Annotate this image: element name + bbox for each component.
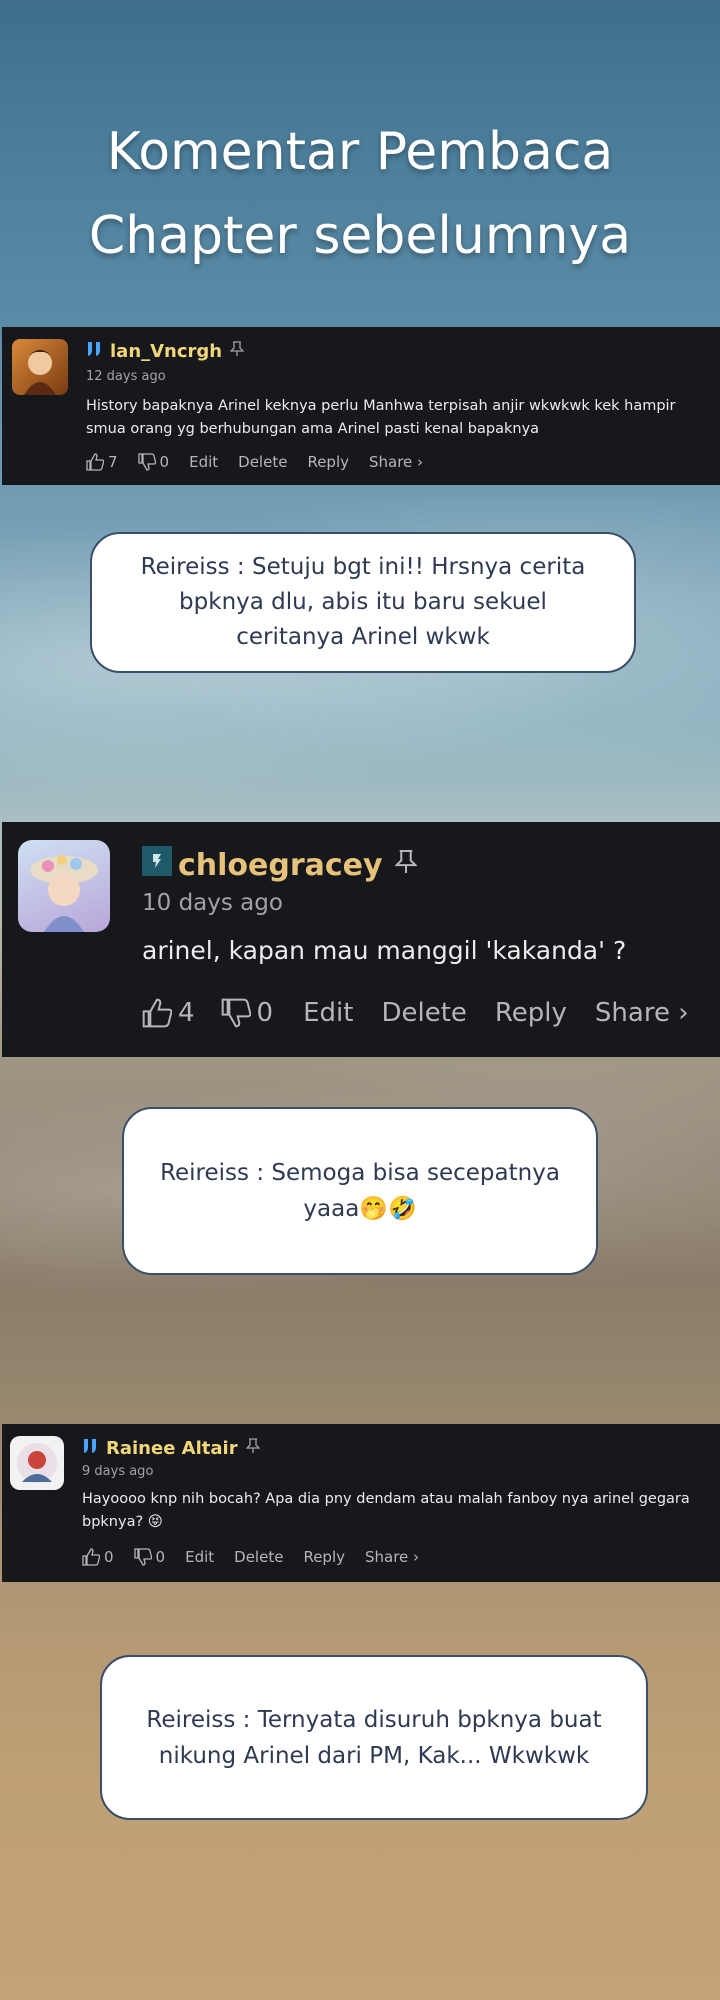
like-count: 4 — [178, 998, 195, 1028]
reply-bubble-2: Reireiss : Semoga bisa secepatnya yaaa🤭🤣 — [122, 1107, 598, 1275]
dislike-button[interactable]: 0 — [137, 453, 170, 471]
reply-bubble-3: Reireiss : Ternyata disuruh bpknya buat … — [100, 1655, 648, 1820]
reply-button[interactable]: Reply — [307, 453, 349, 471]
comment-card-2: chloegracey 10 days ago arinel, kapan ma… — [2, 822, 720, 1057]
comment-text: Hayoooo knp nih bocah? Apa dia pny denda… — [82, 1491, 690, 1530]
title-line-2: Chapter sebelumnya — [88, 206, 632, 266]
comment-text: History bapaknya Arinel keknya perlu Man… — [86, 398, 676, 437]
comment-actions: 0 0 Edit Delete Reply Share › — [82, 1548, 439, 1566]
username-text: Rainee Altair — [106, 1438, 238, 1459]
reply-button[interactable]: Reply — [303, 1548, 345, 1566]
avatar-image-icon — [17, 1443, 57, 1483]
like-button[interactable]: 0 — [82, 1548, 114, 1566]
thumbs-down-icon — [221, 998, 251, 1028]
user-badge-icon — [142, 846, 172, 884]
reply-bubble-1: Reireiss : Setuju bgt ini!! Hrsnya cerit… — [90, 532, 636, 673]
comment-actions: 7 0 Edit Delete Reply Share › — [86, 453, 443, 471]
dislike-count: 0 — [256, 998, 274, 1028]
reply-text: Reireiss : Setuju bgt ini!! Hrsnya cerit… — [140, 554, 586, 650]
pin-icon[interactable] — [245, 1438, 261, 1459]
comment-time: 12 days ago — [86, 369, 166, 384]
share-button[interactable]: Share › — [595, 998, 689, 1028]
delete-button[interactable]: Delete — [238, 453, 287, 471]
avatar-image-icon — [24, 350, 56, 395]
delete-button[interactable]: Delete — [234, 1548, 283, 1566]
reply-text: Reireiss : Semoga bisa secepatnya yaaa🤭🤣 — [160, 1160, 560, 1222]
reply-text: Reireiss : Ternyata disuruh bpknya buat … — [146, 1706, 602, 1769]
comment-card-3: Rainee Altair 9 days ago Hayoooo knp nih… — [2, 1424, 720, 1582]
avatar[interactable] — [18, 840, 110, 932]
like-button[interactable]: 4 — [142, 998, 195, 1028]
title-line-1: Komentar Pembaca — [106, 122, 614, 182]
comment-username[interactable]: chloegracey — [142, 846, 418, 884]
avatar-image-icon — [30, 855, 98, 932]
comment-time: 10 days ago — [142, 890, 283, 916]
thumbs-up-icon — [142, 998, 172, 1028]
dislike-count: 0 — [159, 453, 170, 471]
delete-button[interactable]: Delete — [381, 998, 466, 1028]
comment-username[interactable]: lan_Vncrgh — [86, 341, 245, 362]
user-badge-icon — [82, 1438, 100, 1459]
avatar[interactable] — [12, 339, 68, 395]
comment-username[interactable]: Rainee Altair — [82, 1438, 261, 1459]
page-title: Komentar Pembaca Chapter sebelumnya — [0, 110, 720, 278]
thumbs-down-icon — [137, 453, 156, 471]
pin-icon[interactable] — [229, 341, 245, 362]
thumbs-up-icon — [82, 1548, 100, 1566]
dislike-count: 0 — [155, 1548, 166, 1566]
username-text: lan_Vncrgh — [110, 341, 223, 362]
share-button[interactable]: Share › — [369, 453, 423, 471]
edit-button[interactable]: Edit — [303, 998, 353, 1028]
comment-actions: 4 0 Edit Delete Reply Share › — [142, 998, 689, 1028]
username-text: chloegracey — [178, 847, 383, 883]
like-button[interactable]: 7 — [86, 453, 118, 471]
share-button[interactable]: Share › — [365, 1548, 419, 1566]
dislike-button[interactable]: 0 — [221, 998, 274, 1028]
edit-button[interactable]: Edit — [189, 453, 218, 471]
pin-icon[interactable] — [393, 848, 418, 883]
thumbs-down-icon — [133, 1548, 152, 1566]
edit-button[interactable]: Edit — [185, 1548, 214, 1566]
comment-card-1: lan_Vncrgh 12 days ago History bapaknya … — [2, 327, 720, 485]
like-count: 0 — [104, 1548, 114, 1566]
reply-button[interactable]: Reply — [495, 998, 567, 1028]
comment-time: 9 days ago — [82, 1464, 154, 1479]
comment-text: arinel, kapan mau manggil 'kakanda' ? — [142, 936, 627, 965]
like-count: 7 — [108, 453, 118, 471]
thumbs-up-icon — [86, 453, 104, 471]
user-badge-icon — [86, 341, 104, 362]
dislike-button[interactable]: 0 — [133, 1548, 166, 1566]
avatar[interactable] — [10, 1436, 64, 1490]
